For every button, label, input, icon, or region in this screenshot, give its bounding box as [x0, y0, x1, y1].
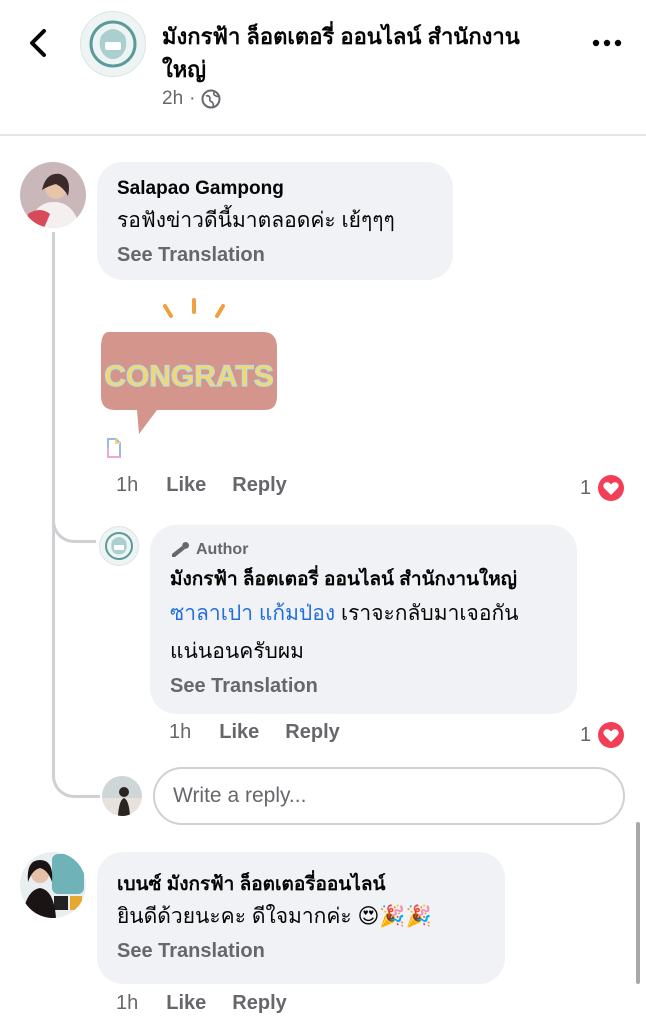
- globe-icon[interactable]: [201, 89, 221, 109]
- reply-text-part: เราจะกลับมาเจอกัน: [335, 602, 519, 625]
- reaction-summary[interactable]: 1: [580, 721, 625, 749]
- file-icon: [107, 438, 121, 458]
- scrollbar[interactable]: [636, 822, 640, 984]
- commenter-avatar[interactable]: [20, 162, 86, 228]
- author-avatar[interactable]: [99, 526, 139, 566]
- dragon-logo-icon: [105, 532, 133, 560]
- reaction-summary[interactable]: 1: [580, 474, 625, 502]
- current-user-avatar[interactable]: [102, 776, 142, 816]
- comment-bubble[interactable]: Salapao Gampong รอฟังข่าวดีนี้มาตลอดค่ะ …: [97, 162, 453, 280]
- comment-text: รอฟังข่าวดีนี้มาตลอดค่ะ เย้ๆๆๆ: [117, 209, 395, 232]
- reply-button[interactable]: Reply: [232, 474, 286, 497]
- like-button[interactable]: Like: [166, 992, 206, 1015]
- reaction-count: 1: [580, 476, 592, 499]
- reply-button[interactable]: Reply: [232, 992, 286, 1015]
- heart-icon: [598, 722, 625, 748]
- comment-text: ยินดีด้วยนะคะ ดีใจมากค่ะ 😍🎉🎉: [117, 905, 432, 928]
- thread-connector-reply: [52, 505, 96, 543]
- comment-author[interactable]: เบนซ์ มังกรฟ้า ล็อตเตอรี่ออนไลน์: [117, 872, 485, 898]
- more-options-icon[interactable]: [592, 38, 622, 48]
- comment-time: 1h: [116, 474, 139, 496]
- like-button[interactable]: Like: [219, 721, 259, 744]
- commenter-avatar[interactable]: [20, 852, 86, 918]
- page-title[interactable]: มังกรฟ้า ล็อตเตอรี่ ออนไลน์ สำนักงานใหญ่: [162, 20, 562, 86]
- comment-bubble[interactable]: เบนซ์ มังกรฟ้า ล็อตเตอรี่ออนไลน์ ยินดีด้…: [97, 852, 505, 984]
- see-translation-link[interactable]: See Translation: [170, 671, 557, 701]
- reply-author[interactable]: มังกรฟ้า ล็อตเตอรี่ ออนไลน์ สำนักงานใหญ่: [170, 567, 557, 593]
- post-meta: 2h ·: [162, 88, 221, 110]
- page-avatar[interactable]: [80, 11, 146, 77]
- reply-text-line2: แน่นอนครับผม: [170, 640, 305, 663]
- mention-link[interactable]: ซาลาเปา แก้มป่อง: [170, 602, 335, 625]
- meta-dot: ·: [189, 88, 196, 109]
- dragon-logo-icon: [89, 20, 137, 68]
- reply-bubble[interactable]: Author มังกรฟ้า ล็อตเตอรี่ ออนไลน์ สำนัก…: [150, 525, 577, 714]
- author-badge-label: Author: [196, 541, 249, 558]
- reaction-count: 1: [580, 723, 592, 746]
- heart-icon: [598, 475, 625, 501]
- reply-input-placeholder: Write a reply...: [173, 784, 307, 807]
- comment-actions: 1h Like Reply: [116, 474, 287, 497]
- header-divider: [0, 134, 646, 136]
- reply-time: 1h: [169, 721, 192, 743]
- comment-time: 1h: [116, 992, 139, 1014]
- like-button[interactable]: Like: [166, 474, 206, 497]
- congrats-sticker[interactable]: CONGRATS: [97, 298, 282, 438]
- back-arrow-icon[interactable]: [24, 26, 54, 60]
- author-badge: Author: [170, 539, 557, 561]
- reply-text: ซาลาเปา แก้มป่อง เราจะกลับมาเจอกัน: [170, 595, 557, 633]
- microphone-icon: [172, 542, 189, 557]
- reply-input[interactable]: Write a reply...: [153, 767, 625, 825]
- see-translation-link[interactable]: See Translation: [117, 240, 433, 270]
- thread-connector-input: [52, 760, 100, 798]
- reply-button[interactable]: Reply: [285, 721, 339, 744]
- reply-actions: 1h Like Reply: [169, 721, 340, 744]
- sticker-text: CONGRATS: [104, 360, 273, 393]
- post-time: 2h: [162, 88, 184, 109]
- see-translation-link[interactable]: See Translation: [117, 936, 485, 966]
- comment-author[interactable]: Salapao Gampong: [117, 176, 433, 202]
- comment-actions: 1h Like Reply: [116, 992, 287, 1015]
